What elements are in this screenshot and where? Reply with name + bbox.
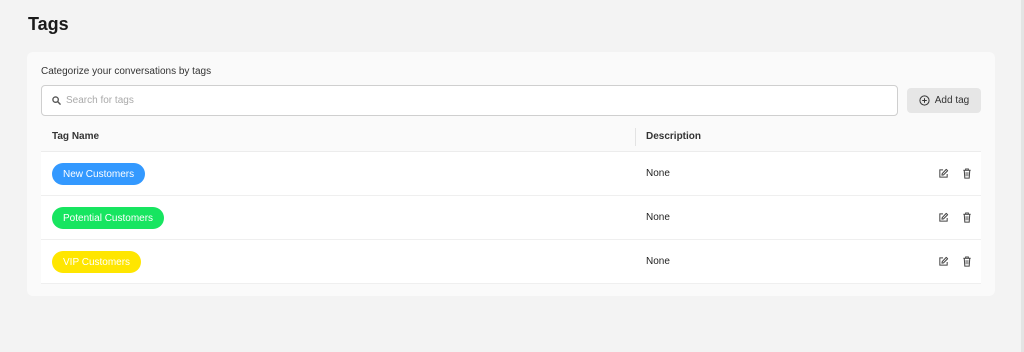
table-body: New Customers None Potential Customers N…	[41, 152, 981, 284]
tag-pill[interactable]: Potential Customers	[52, 207, 165, 229]
search-input[interactable]	[66, 95, 866, 106]
add-tag-button[interactable]: Add tag	[907, 88, 981, 113]
tags-table: Tag Name Description New Customers None	[41, 122, 981, 284]
tag-pill[interactable]: New Customers	[52, 163, 146, 185]
search-icon	[52, 96, 61, 105]
table-header: Tag Name Description	[41, 122, 981, 152]
page-title: Tags	[28, 14, 69, 34]
table-row: VIP Customers None	[41, 240, 981, 284]
row-actions	[937, 254, 973, 268]
edit-icon[interactable]	[937, 166, 949, 180]
row-actions	[937, 210, 973, 224]
plus-circle-icon	[919, 95, 930, 106]
edit-icon[interactable]	[937, 254, 949, 268]
table-row: New Customers None	[41, 152, 981, 196]
trash-icon[interactable]	[961, 166, 973, 180]
search-field[interactable]	[41, 85, 898, 116]
tag-pill[interactable]: VIP Customers	[52, 251, 142, 273]
add-tag-label: Add tag	[934, 95, 970, 106]
tags-card: Categorize your conversations by tags Ad…	[27, 52, 995, 296]
edit-icon[interactable]	[937, 210, 949, 224]
tag-description: None	[646, 212, 670, 223]
tag-description: None	[646, 256, 670, 267]
trash-icon[interactable]	[961, 254, 973, 268]
column-header-description: Description	[646, 131, 702, 142]
trash-icon[interactable]	[961, 210, 973, 224]
tag-description: None	[646, 168, 670, 179]
card-subtitle: Categorize your conversations by tags	[41, 66, 212, 77]
column-header-tag-name: Tag Name	[52, 131, 100, 142]
column-divider[interactable]	[635, 128, 636, 146]
table-row: Potential Customers None	[41, 196, 981, 240]
row-actions	[937, 166, 973, 180]
